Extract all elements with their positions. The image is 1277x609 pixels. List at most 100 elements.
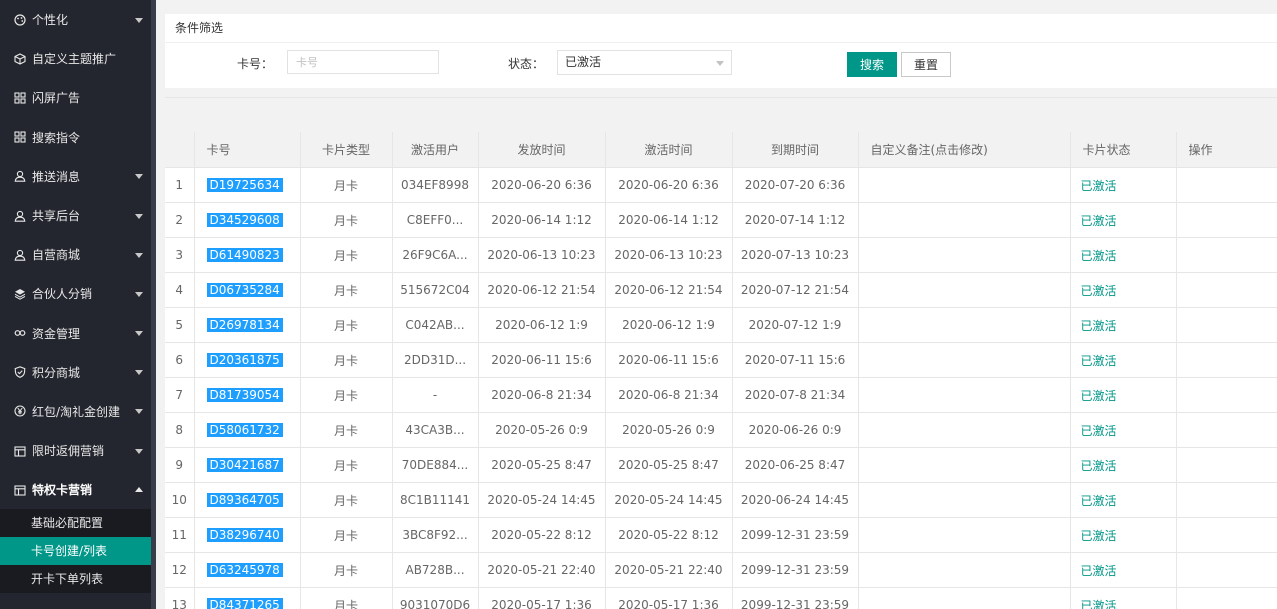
sidebar-item-2[interactable]: 闪屏广告 (0, 78, 151, 117)
sidebar-item-6[interactable]: 自营商城 (0, 235, 151, 274)
user-icon (13, 248, 27, 262)
remark-cell[interactable] (858, 517, 1071, 553)
link-icon (13, 326, 27, 340)
action-cell[interactable] (1176, 342, 1277, 378)
remark-cell[interactable] (858, 447, 1071, 483)
status-cell: 已激活 (1070, 342, 1177, 378)
activated-cell: 2020-06-8 21:34 (605, 377, 733, 413)
submenu-item-1[interactable]: 卡号创建/列表 (0, 537, 151, 566)
column-header: 卡片状态 (1070, 132, 1177, 168)
remark-cell[interactable] (858, 307, 1071, 343)
action-cell[interactable] (1176, 377, 1277, 413)
apps-icon (13, 130, 27, 144)
status-cell: 已激活 (1070, 552, 1177, 588)
card-number-badge: D30421687 (206, 458, 283, 472)
sidebar-item-3[interactable]: 搜索指令 (0, 118, 151, 157)
type-cell: 月卡 (300, 272, 393, 308)
card-number-cell: D61490823 (194, 237, 301, 273)
remark-cell[interactable] (858, 412, 1071, 448)
sidebar-item-label: 自营商城 (32, 248, 81, 263)
card-number-badge: D06735284 (206, 283, 283, 297)
num-cell: 6 (165, 342, 195, 378)
card-number-badge: D63245978 (206, 563, 283, 577)
table-row: 1 D19725634 月卡 034EF8998 2020-06-20 6:36 2020… (165, 167, 1277, 203)
filter-panel: 条件筛选 卡号： 状态： 已激活 搜索 重置 (165, 14, 1277, 88)
action-cell[interactable] (1176, 412, 1277, 448)
chevron-down-icon (135, 409, 143, 415)
reset-button[interactable]: 重置 (901, 52, 951, 77)
remark-cell[interactable] (858, 482, 1071, 518)
sidebar-item-4[interactable]: 推送消息 (0, 157, 151, 196)
card-number-cell: D84371265 (194, 587, 301, 609)
submenu-item-0[interactable]: 基础必配配置 (0, 509, 151, 537)
remark-cell[interactable] (858, 342, 1071, 378)
table-row: 8 D58061732 月卡 43CA3B... 2020-05-26 0:9 2020-… (165, 412, 1277, 448)
sidebar-item-9[interactable]: 积分商城 (0, 353, 151, 392)
column-header (165, 132, 195, 168)
submenu-item-2[interactable]: 开卡下单列表 (0, 565, 151, 593)
remark-cell[interactable] (858, 202, 1071, 238)
table-row: 10 D89364705 月卡 8C1B11141 2020-05-24 14:45 20… (165, 482, 1277, 518)
sidebar-item-10[interactable]: 红包/淘礼金创建 (0, 392, 151, 431)
type-cell: 月卡 (300, 202, 393, 238)
sidebar-item-5[interactable]: 共享后台 (0, 196, 151, 235)
main-content: 条件筛选 卡号： 状态： 已激活 搜索 重置 卡号卡片类型激活用户发放时间激活时… (156, 0, 1277, 609)
table-row: 6 D20361875 月卡 2DD31D... 2020-06-11 15:6 2020… (165, 342, 1277, 378)
card-number-badge: D34529608 (206, 213, 283, 227)
sidebar-item-label: 资金管理 (32, 326, 81, 341)
chevron-down-icon (716, 61, 724, 66)
remark-cell[interactable] (858, 272, 1071, 308)
card-number-input[interactable] (287, 50, 439, 74)
expires-cell: 2020-07-11 15:6 (732, 342, 859, 378)
sidebar-item-label: 闪屏广告 (32, 91, 81, 106)
type-cell: 月卡 (300, 482, 393, 518)
action-cell[interactable] (1176, 237, 1277, 273)
cube-icon (13, 52, 27, 66)
sidebar-item-11[interactable]: 限时返佣营销 (0, 431, 151, 470)
sidebar-item-7[interactable]: 合伙人分销 (0, 274, 151, 313)
action-cell[interactable] (1176, 167, 1277, 203)
card-number-cell: D30421687 (194, 447, 301, 483)
sidebar-item-12[interactable]: 特权卡营销 (0, 470, 151, 509)
type-cell: 月卡 (300, 517, 393, 553)
user-icon (13, 209, 27, 223)
apps-icon (13, 91, 27, 105)
chevron-down-icon (135, 291, 143, 297)
column-header: 操作 (1176, 132, 1277, 168)
user-cell: C8EFF0... (392, 202, 479, 238)
user-cell: 8C1B11141 (392, 482, 479, 518)
action-cell[interactable] (1176, 587, 1277, 609)
action-cell[interactable] (1176, 447, 1277, 483)
user-icon (13, 169, 27, 183)
status-select[interactable]: 已激活 (557, 50, 732, 75)
action-cell[interactable] (1176, 482, 1277, 518)
remark-cell[interactable] (858, 377, 1071, 413)
action-cell[interactable] (1176, 552, 1277, 588)
table-row: 7 D81739054 月卡 -2020-06-8 21:34 2020-06-8 21… (165, 377, 1277, 413)
sidebar-item-8[interactable]: 资金管理 (0, 314, 151, 353)
action-cell[interactable] (1176, 272, 1277, 308)
remark-cell[interactable] (858, 587, 1071, 609)
remark-cell[interactable] (858, 237, 1071, 273)
num-cell: 10 (165, 482, 195, 518)
sidebar-item-label: 合伙人分销 (32, 287, 93, 302)
status-cell: 已激活 (1070, 482, 1177, 518)
sidebar-item-1[interactable]: 自定义主题推广 (0, 39, 151, 78)
sidebar-item-label: 红包/淘礼金创建 (32, 404, 121, 419)
shield-icon (13, 365, 27, 379)
num-cell: 7 (165, 377, 195, 413)
status-label: 状态： (508, 57, 545, 71)
sidebar-item-0[interactable]: 个性化 (0, 0, 151, 39)
search-button[interactable]: 搜索 (847, 52, 897, 77)
status-cell: 已激活 (1070, 412, 1177, 448)
remark-cell[interactable] (858, 552, 1071, 588)
sidebar-item-label: 自定义主题推广 (32, 52, 117, 67)
action-cell[interactable] (1176, 307, 1277, 343)
issued-cell: 2020-06-20 6:36 (478, 167, 606, 203)
action-cell[interactable] (1176, 517, 1277, 553)
remark-cell[interactable] (858, 167, 1071, 203)
table-body: 1 D19725634 月卡 034EF8998 2020-06-20 6:36 2020… (165, 167, 1277, 609)
action-cell[interactable] (1176, 202, 1277, 238)
num-cell: 4 (165, 272, 195, 308)
expires-cell: 2020-06-24 14:45 (732, 482, 859, 518)
